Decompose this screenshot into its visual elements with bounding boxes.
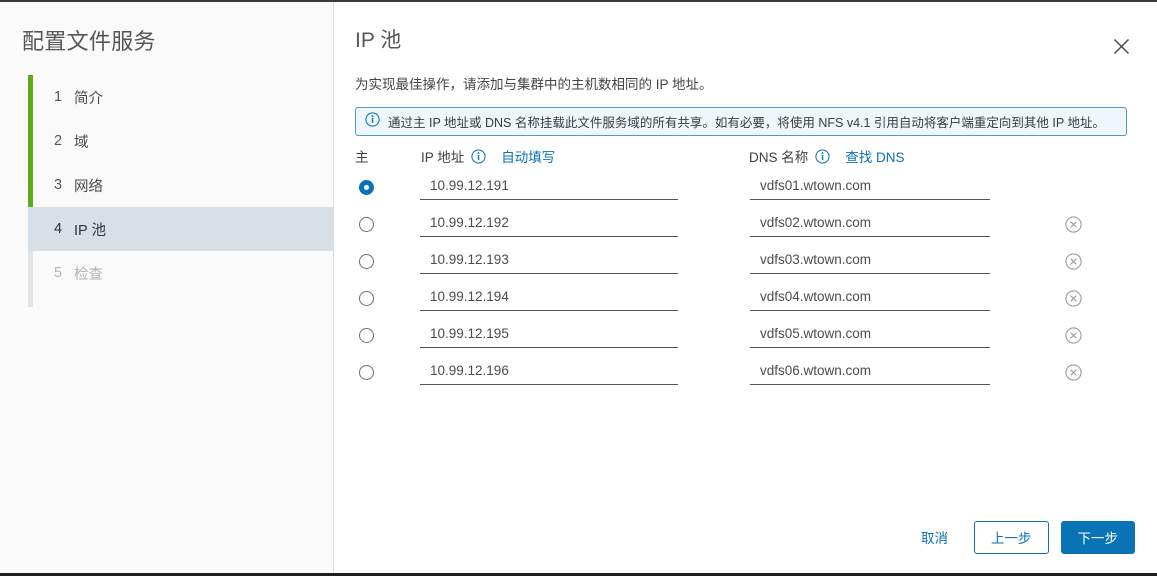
table-header-row: 主 IP 地址 自动填写 DNS 名称 查找 DNS: [355, 146, 1135, 172]
sidebar-item-network[interactable]: 3 网络: [28, 163, 334, 207]
wizard-sidebar: 配置文件服务 1 简介 2 域 3 网络 4 IP 池 5 检查: [0, 2, 334, 573]
close-icon[interactable]: [1107, 32, 1135, 60]
info-banner-text: 通过主 IP 地址或 DNS 名称挂载此文件服务域的所有共享。如有必要，将使用 …: [388, 116, 1105, 130]
column-header-primary: 主: [355, 146, 369, 166]
primary-radio-2[interactable]: [359, 217, 375, 233]
column-header-dns-label: DNS 名称: [749, 150, 809, 165]
table-row: [355, 283, 1135, 320]
remove-circle-icon[interactable]: [1065, 290, 1082, 307]
back-button[interactable]: 上一步: [974, 520, 1049, 554]
table-row: [355, 320, 1135, 357]
lookup-dns-link[interactable]: 查找 DNS: [845, 146, 904, 166]
step-number: 2: [54, 133, 63, 149]
primary-radio-5[interactable]: [359, 328, 375, 344]
column-header-dns: DNS 名称 查找 DNS: [749, 146, 905, 166]
step-label: 简介: [74, 90, 103, 107]
ip-input-2[interactable]: [420, 212, 678, 237]
dns-input-5[interactable]: [750, 323, 990, 348]
dns-input-1[interactable]: [750, 175, 990, 200]
step-number: 3: [54, 177, 63, 193]
remove-circle-icon[interactable]: [1065, 216, 1082, 233]
remove-circle-icon[interactable]: [1065, 327, 1082, 344]
primary-radio-6[interactable]: [359, 365, 375, 381]
ip-input-3[interactable]: [420, 249, 678, 274]
primary-radio-4[interactable]: [359, 291, 375, 307]
dns-input-2[interactable]: [750, 212, 990, 237]
configure-file-service-dialog: 配置文件服务 1 简介 2 域 3 网络 4 IP 池 5 检查 IP 池 为实…: [0, 0, 1157, 576]
dns-info-circle-icon[interactable]: [815, 148, 830, 164]
primary-radio-3[interactable]: [359, 254, 375, 270]
wizard-steps: 1 简介 2 域 3 网络 4 IP 池 5 检查: [28, 75, 334, 307]
dns-input-4[interactable]: [750, 286, 990, 311]
panel-subtitle: 为实现最佳操作，请添加与集群中的主机数相同的 IP 地址。: [355, 77, 713, 92]
wizard-main-panel: IP 池 为实现最佳操作，请添加与集群中的主机数相同的 IP 地址。 通过主 I…: [335, 2, 1157, 573]
dialog-footer: 取消 上一步 下一步: [335, 501, 1157, 573]
radio-indicator: [359, 254, 374, 269]
info-banner: 通过主 IP 地址或 DNS 名称挂载此文件服务域的所有共享。如有必要，将使用 …: [355, 107, 1127, 136]
sidebar-item-review: 5 检查: [28, 251, 334, 295]
table-row: [355, 246, 1135, 283]
radio-indicator: [359, 365, 374, 380]
table-row: [355, 357, 1135, 394]
page-title: IP 池: [355, 29, 402, 52]
next-button[interactable]: 下一步: [1060, 520, 1135, 554]
sidebar-item-domain[interactable]: 2 域: [28, 119, 334, 163]
radio-indicator: [359, 328, 374, 343]
cancel-button[interactable]: 取消: [921, 527, 948, 547]
radio-indicator: [359, 180, 374, 195]
column-header-ip-label: IP 地址: [421, 150, 465, 165]
column-header-primary-label: 主: [355, 150, 369, 165]
primary-radio-1[interactable]: [359, 180, 375, 196]
table-row: [355, 209, 1135, 246]
column-header-ip: IP 地址 自动填写: [421, 146, 555, 166]
step-label: 域: [74, 134, 89, 151]
remove-circle-icon[interactable]: [1065, 253, 1082, 270]
step-number: 1: [54, 89, 63, 105]
table-row: [355, 172, 1135, 209]
step-label: 网络: [74, 178, 103, 195]
dns-input-3[interactable]: [750, 249, 990, 274]
wizard-title: 配置文件服务: [22, 29, 156, 54]
radio-indicator: [359, 291, 374, 306]
radio-indicator: [359, 217, 374, 232]
step-number: 4: [54, 221, 63, 237]
ip-pool-table: 主 IP 地址 自动填写 DNS 名称 查找 DNS 10.99.12.191 …: [355, 146, 1135, 394]
ip-input-6[interactable]: [420, 360, 678, 385]
sidebar-item-ip-pool[interactable]: 4 IP 池: [28, 207, 334, 251]
ip-info-circle-icon[interactable]: [471, 148, 486, 164]
auto-fill-link[interactable]: 自动填写: [501, 146, 555, 166]
ip-input-5[interactable]: [420, 323, 678, 348]
ip-input-1[interactable]: [420, 175, 678, 200]
step-label: IP 池: [74, 222, 106, 239]
ip-input-4[interactable]: [420, 286, 678, 311]
info-circle-icon: [365, 111, 380, 132]
sidebar-item-intro[interactable]: 1 简介: [28, 75, 334, 119]
remove-circle-icon[interactable]: [1065, 364, 1082, 381]
dns-input-6[interactable]: [750, 360, 990, 385]
step-label: 检查: [74, 266, 103, 283]
step-number: 5: [54, 265, 63, 281]
